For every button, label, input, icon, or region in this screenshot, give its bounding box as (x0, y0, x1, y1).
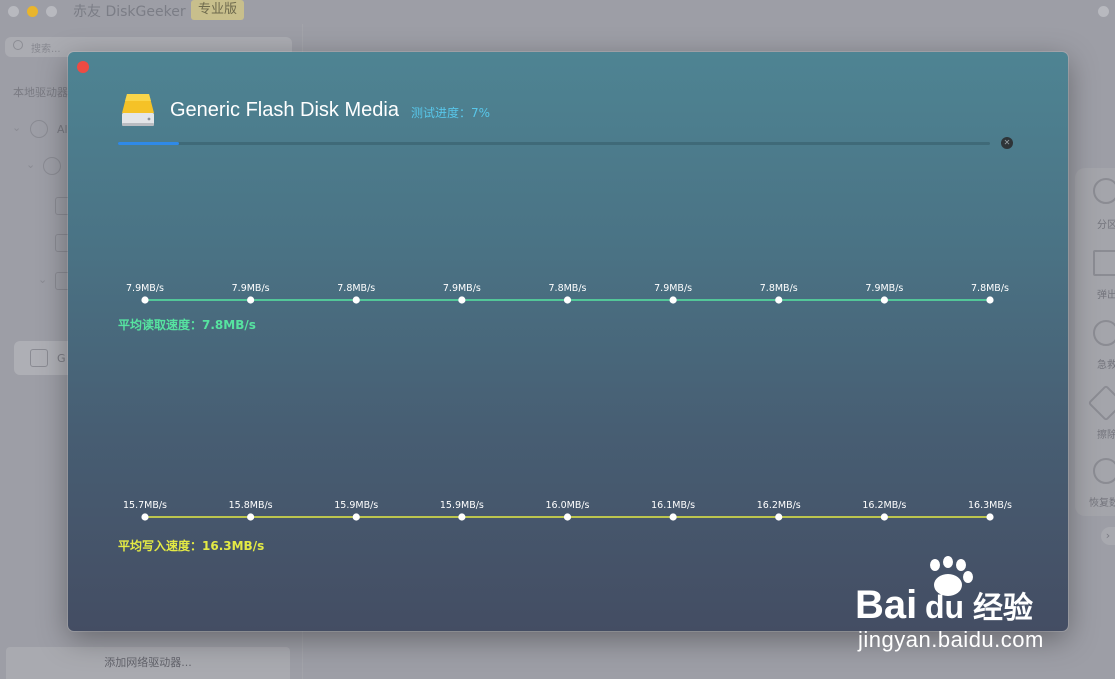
read-speed-label: 7.8MB/s (337, 283, 375, 294)
svg-text:du: du (925, 589, 964, 625)
first-aid-button[interactable]: 急救 (1075, 318, 1115, 378)
sidebar-item-disk-label[interactable]: Al (57, 123, 68, 136)
sidebar-section-local-drives: 本地驱动器 (13, 86, 68, 99)
average-write-speed: 平均写入速度：16.3MB/s (118, 539, 265, 553)
write-speed-point (563, 513, 572, 521)
disk-icon[interactable] (30, 120, 48, 138)
zoom-window-button[interactable] (46, 6, 57, 17)
close-window-button[interactable] (8, 6, 19, 17)
write-speed-point (986, 513, 994, 521)
read-speed-label: 7.9MB/s (865, 283, 903, 294)
stethoscope-icon (1093, 320, 1115, 346)
erase-label: 擦除 (1097, 430, 1115, 441)
eraser-icon (1087, 384, 1115, 422)
disk-icon[interactable] (43, 157, 61, 175)
app-titlebar: 赤友 DiskGeeker 专业版 (0, 0, 1115, 24)
chevron-down-icon[interactable]: ⌄ (26, 158, 35, 171)
partition-label: 分区 (1097, 220, 1115, 231)
minimize-window-button[interactable] (27, 6, 38, 17)
write-speed-label: 16.3MB/s (968, 500, 1012, 511)
eject-button[interactable]: 弹出 (1075, 248, 1115, 308)
add-network-drive-button[interactable]: 添加网络驱动器... (6, 647, 290, 679)
erase-button[interactable]: 擦除 (1075, 384, 1115, 448)
write-speed-point (669, 513, 677, 521)
pro-badge: 专业版 (191, 0, 245, 20)
recover-button[interactable]: 恢复数 (1075, 456, 1115, 516)
read-speed-point (247, 296, 255, 304)
read-speed-label: 7.9MB/s (443, 283, 481, 294)
write-speed-label: 15.7MB/s (123, 500, 167, 511)
usb-drive-icon (30, 349, 48, 367)
read-speed-label: 7.8MB/s (549, 283, 587, 294)
read-speed-label: 7.9MB/s (654, 283, 692, 294)
chevron-down-icon[interactable]: ⌄ (38, 273, 47, 286)
sidebar-item-selected-label[interactable]: G (57, 352, 66, 365)
right-toolbar: 分区 弹出 急救 擦除 恢复数 (1075, 168, 1115, 516)
read-speed-point (458, 296, 466, 304)
pie-chart-icon (1093, 178, 1115, 204)
read-speed-label: 7.8MB/s (760, 283, 798, 294)
read-speed-label: 7.9MB/s (126, 283, 164, 294)
recover-icon (1093, 458, 1115, 484)
speed-test-dialog: Generic Flash Disk Media 测试进度：7% ✕ 7.9MB… (68, 52, 1068, 631)
read-speed-label: 7.9MB/s (232, 283, 270, 294)
chevron-down-icon[interactable]: ⌄ (12, 121, 21, 134)
write-speed-point (352, 513, 360, 521)
write-speed-label: 15.8MB/s (229, 500, 273, 511)
read-speed-point (352, 296, 360, 304)
baidu-logo: Bai du 经验 (855, 556, 1033, 626)
write-speed-point (458, 513, 466, 521)
add-network-drive-label: 添加网络驱动器... (104, 656, 192, 669)
write-speed-label: 16.2MB/s (862, 500, 906, 511)
recover-label: 恢复数 (1089, 498, 1115, 509)
partition-button[interactable]: 分区 (1075, 178, 1115, 238)
watermark-url: jingyan.baidu.com (858, 627, 1044, 652)
write-speed-label: 15.9MB/s (334, 500, 378, 511)
chevron-right-icon[interactable]: › (1101, 527, 1115, 545)
write-speed-point (247, 513, 255, 521)
write-speed-point (775, 513, 783, 521)
search-icon (13, 40, 23, 50)
write-speed-label: 16.0MB/s (545, 500, 589, 511)
read-speed-point (880, 296, 888, 304)
read-speed-label: 7.8MB/s (971, 283, 1009, 294)
average-read-speed: 平均读取速度：7.8MB/s (118, 318, 256, 332)
write-speed-label: 15.9MB/s (440, 500, 484, 511)
write-speed-point (141, 513, 149, 521)
app-title: 赤友 DiskGeeker (73, 4, 186, 20)
read-speed-point (563, 296, 572, 304)
read-speed-point (775, 296, 783, 304)
svg-text:Bai: Bai (855, 583, 917, 626)
read-speed-point (141, 296, 149, 304)
write-speed-point (880, 513, 888, 521)
write-speed-label: 16.1MB/s (651, 500, 695, 511)
eject-icon (1093, 250, 1115, 276)
write-speed-label: 16.2MB/s (757, 500, 801, 511)
account-button[interactable] (1098, 6, 1109, 17)
search-placeholder: 搜索... (31, 44, 61, 55)
svg-text:经验: 经验 (973, 591, 1033, 626)
eject-label: 弹出 (1097, 290, 1115, 301)
first-aid-label: 急救 (1097, 360, 1115, 371)
read-speed-point (986, 296, 994, 304)
read-speed-point (669, 296, 677, 304)
